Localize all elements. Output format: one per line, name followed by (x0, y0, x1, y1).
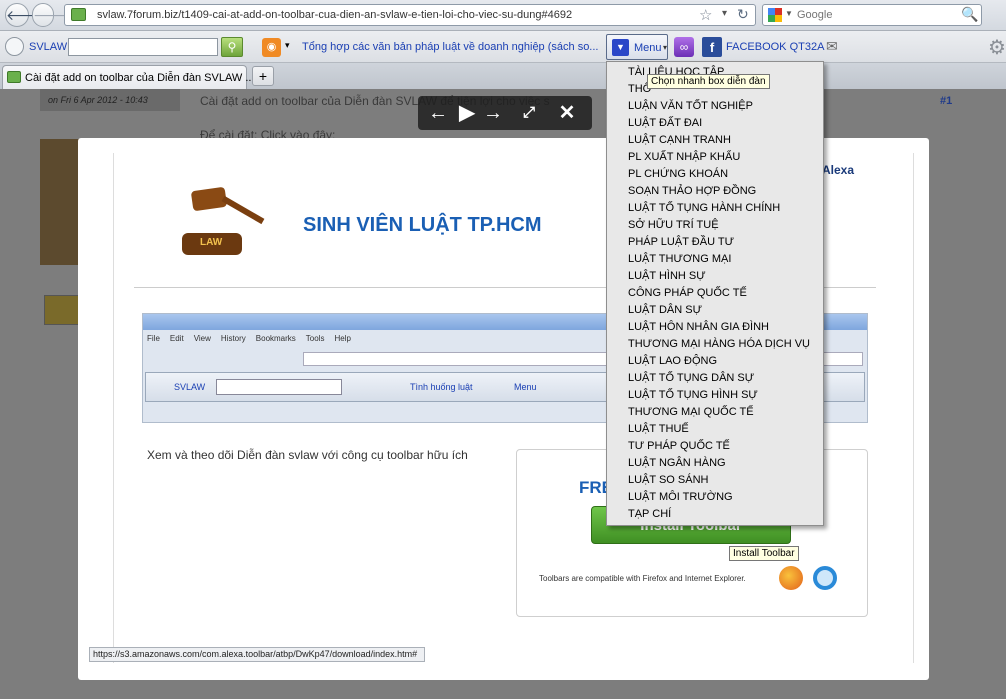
firefox-icon (779, 566, 803, 590)
facebook-link[interactable]: FACEBOOK QT32A (726, 41, 824, 53)
gavel-label: LAW (200, 237, 223, 248)
inner-menu-history: History (220, 334, 246, 343)
navigation-bar: 🡐 🡒 svlaw.7forum.biz/t1409-cai-at-add-on… (0, 0, 1006, 31)
toolbar-news-ticker[interactable]: Tổng hợp các văn bản pháp luật về doanh … (302, 41, 598, 53)
inner-menu-label: Menu (514, 382, 537, 392)
post-date: on Fri 6 Apr 2012 - 10:43 (48, 95, 148, 105)
menu-item[interactable]: LUẬT ĐẤT ĐAI (628, 117, 702, 129)
menu-item[interactable]: PHÁP LUẬT ĐẦU TƯ (628, 236, 734, 248)
install-tooltip: Install Toolbar (729, 546, 799, 561)
menu-item[interactable]: LUẬT HÔN NHÂN GIA ĐÌNH (628, 321, 769, 333)
svlaw-toolbar: SVLAW ⚲ ◉ ▾ Tổng hợp các văn bản pháp lu… (0, 31, 1006, 63)
google-icon[interactable] (768, 8, 782, 22)
menu-tooltip: Chọn nhanh box diễn đàn (647, 74, 770, 89)
menu-item[interactable]: PL XUẤT NHẬP KHẨU (628, 151, 740, 163)
menu-item[interactable]: TẠP CHÍ (628, 508, 671, 520)
inner-brand: SVLAW (174, 382, 206, 392)
menu-label: Menu (634, 42, 662, 54)
inner-news: Tình huống luật (410, 382, 473, 392)
forward-button[interactable]: 🡒 (32, 3, 71, 27)
link-icon[interactable]: ∞ (674, 37, 694, 57)
site-favicon-icon (7, 71, 21, 83)
inner-search (216, 379, 342, 395)
site-title: SINH VIÊN LUẬT TP.HCM (303, 214, 542, 236)
facebook-icon[interactable]: f (702, 37, 722, 57)
menu-item[interactable]: LUẬT DÂN SỰ (628, 304, 702, 316)
toolbar-search-input[interactable] (68, 38, 218, 56)
compat-text: Toolbars are compatible with Firefox and… (539, 574, 746, 583)
forum-box-menu: TÀI LIỆU HỌC TẬP THỐ LUẬN VĂN TỐT NGHIỆP LU… (606, 61, 824, 526)
next-icon[interactable]: → (478, 98, 508, 128)
svlaw-logo-icon[interactable] (5, 37, 24, 56)
menu-item[interactable]: LUẬT TỐ TỤNG HÌNH SỰ (628, 389, 758, 401)
menu-item[interactable]: LUẬN VĂN TỐT NGHIỆP (628, 100, 753, 112)
inner-menu-tools: Tools (305, 334, 325, 343)
inner-menu-view: View (193, 334, 211, 343)
menu-item[interactable]: LUẬT SO SÁNH (628, 474, 709, 486)
menu-item[interactable]: TƯ PHÁP QUỐC TẾ (628, 440, 730, 452)
menu-item[interactable]: CÔNG PHÁP QUỐC TẾ (628, 287, 747, 299)
menu-item[interactable]: LUẬT MÔI TRƯỜNG (628, 491, 733, 503)
internet-explorer-icon (813, 566, 837, 590)
gear-icon[interactable]: ⚙ (988, 35, 1006, 60)
rss-dropdown-icon[interactable]: ▾ (285, 40, 290, 51)
menu-item[interactable]: LUẬT THƯƠNG MẠI (628, 253, 731, 265)
chevron-down-icon: ▾ (663, 43, 668, 52)
site-favicon-icon (71, 8, 86, 21)
menu-item[interactable]: PL CHỨNG KHOÁN (628, 168, 728, 180)
status-bar: https://s3.amazonaws.com/com.alexa.toolb… (89, 647, 425, 662)
inner-menu-edit: Edit (169, 334, 184, 343)
search-icon: ⚲ (227, 40, 237, 54)
menu-item[interactable]: LUẬT TỐ TỤNG HÀNH CHÍNH (628, 202, 780, 214)
menu-item[interactable]: SỞ HỮU TRÍ TUỆ (628, 219, 719, 231)
url-bar[interactable]: svlaw.7forum.biz/t1409-cai-at-add-on-too… (64, 4, 756, 26)
previous-icon[interactable]: ← (423, 98, 453, 128)
post-number[interactable]: #1 (940, 95, 952, 107)
menu-item[interactable]: LUẬT THUẾ (628, 423, 689, 435)
alexa-logo: Alexa (822, 163, 855, 177)
toolbar-brand[interactable]: SVLAW (29, 41, 67, 53)
reload-icon[interactable]: ↻ (737, 6, 749, 23)
history-dropdown-icon[interactable]: ▾ (722, 8, 727, 19)
promo-description: Xem và theo dõi Diễn đàn svlaw với công … (147, 448, 468, 462)
search-bar[interactable]: ▼ 🔍 (762, 4, 982, 26)
engine-dropdown-icon[interactable]: ▼ (785, 9, 793, 18)
menu-item[interactable]: THƯƠNG MẠI HÀNG HÓA DỊCH VỤ (628, 338, 810, 350)
inner-menu-help: Help (334, 334, 351, 343)
gavel-icon: LAW (174, 181, 274, 261)
inner-menu-file: File (147, 334, 160, 343)
close-icon[interactable]: ✕ (552, 98, 582, 128)
menu-icon: ▼ (612, 39, 629, 56)
toolbar-search-button[interactable]: ⚲ (221, 37, 243, 57)
search-icon[interactable]: 🔍 (961, 6, 978, 23)
back-button[interactable]: 🡐 (5, 3, 44, 27)
tab-strip: Cài đặt add on toolbar của Diễn đàn SVLA… (0, 63, 1006, 89)
menu-button[interactable]: ▼ Menu ▾ (606, 34, 668, 60)
menu-item[interactable]: LUẬT NGÂN HÀNG (628, 457, 726, 469)
url-text[interactable]: svlaw.7forum.biz/t1409-cai-at-add-on-too… (97, 9, 572, 21)
menu-item[interactable]: LUẬT CẠNH TRANH (628, 134, 731, 146)
rss-icon[interactable]: ◉ (262, 38, 281, 57)
menu-item[interactable]: LUẬT TỐ TỤNG DÂN SỰ (628, 372, 754, 384)
menu-item[interactable]: LUẬT LAO ĐỘNG (628, 355, 717, 367)
tab-title: Cài đặt add on toolbar của Diễn đàn SVLA… (25, 72, 255, 84)
inner-menu-bookmarks: Bookmarks (255, 334, 296, 343)
mail-icon[interactable]: ✉ (826, 38, 838, 55)
menu-item[interactable]: LUẬT HÌNH SỰ (628, 270, 706, 282)
bookmark-star-icon[interactable]: ☆ (699, 6, 712, 24)
fullscreen-icon[interactable]: ⤢ (514, 98, 544, 128)
search-input[interactable] (797, 7, 947, 23)
tab-active[interactable]: Cài đặt add on toolbar của Diễn đàn SVLA… (2, 65, 255, 89)
menu-item[interactable]: SOẠN THẢO HỢP ĐỒNG (628, 185, 756, 197)
inner-menubar: File Edit View History Bookmarks Tools H… (147, 334, 351, 343)
lightbox-controls: ← ▶ → ⤢ ✕ (418, 96, 592, 130)
menu-item[interactable]: THƯƠNG MẠI QUỐC TẾ (628, 406, 754, 418)
new-tab-button[interactable]: + (252, 66, 274, 86)
